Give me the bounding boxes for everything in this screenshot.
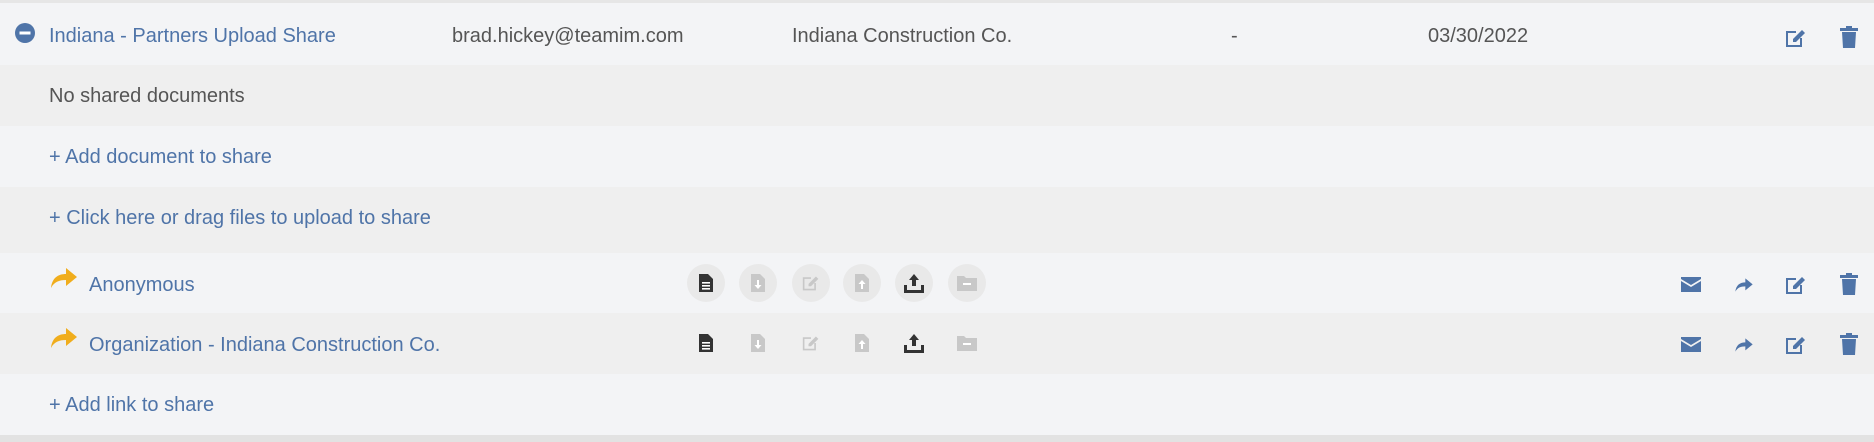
edit-link-icon[interactable] xyxy=(1784,274,1808,296)
add-document-row: + Add document to share xyxy=(0,126,1874,187)
delete-share-icon[interactable] xyxy=(1840,26,1858,48)
email-link-icon[interactable] xyxy=(1681,337,1701,352)
delete-link-icon[interactable] xyxy=(1840,333,1858,355)
empty-documents-row: No shared documents xyxy=(0,65,1874,126)
upload-dropzone[interactable]: + Click here or drag files to upload to … xyxy=(0,187,1874,253)
download-permission-icon[interactable] xyxy=(739,264,777,302)
add-link-row: + Add link to share xyxy=(0,374,1874,435)
share-link-icon[interactable] xyxy=(1734,336,1754,354)
email-link-icon[interactable] xyxy=(1681,277,1701,292)
edit-permission-icon[interactable] xyxy=(792,264,830,302)
upload-permission-icon[interactable] xyxy=(895,324,933,362)
edit-permission-icon[interactable] xyxy=(792,324,830,362)
share-link-name[interactable]: Anonymous xyxy=(89,274,195,297)
upload-permission-icon[interactable] xyxy=(895,264,933,302)
edit-link-icon[interactable] xyxy=(1784,334,1808,356)
upload-version-permission-icon[interactable] xyxy=(843,264,881,302)
share-name-link[interactable]: Indiana - Partners Upload Share xyxy=(49,25,336,48)
organization-name: Indiana Construction Co. xyxy=(792,25,1013,47)
view-permission-icon[interactable] xyxy=(687,264,725,302)
upload-link[interactable]: + Click here or drag files to upload to … xyxy=(49,207,431,230)
upload-version-permission-icon[interactable] xyxy=(843,324,881,362)
owner-email: brad.hickey@teamim.com xyxy=(452,25,684,47)
delete-link-icon[interactable] xyxy=(1840,273,1858,295)
add-link-link[interactable]: + Add link to share xyxy=(49,394,214,417)
folder-permission-icon[interactable] xyxy=(948,324,986,362)
share-link-row: Anonymous xyxy=(0,253,1874,313)
add-document-link[interactable]: + Add document to share xyxy=(49,146,272,169)
empty-documents-text: No shared documents xyxy=(49,85,245,107)
share-date: 03/30/2022 xyxy=(1428,25,1529,47)
view-permission-icon[interactable] xyxy=(687,324,725,362)
expires-value: - xyxy=(1231,25,1238,47)
edit-share-icon[interactable] xyxy=(1784,27,1808,49)
share-link-name[interactable]: Organization - Indiana Construction Co. xyxy=(89,334,440,357)
folder-permission-icon[interactable] xyxy=(948,264,986,302)
bottom-border xyxy=(0,435,1874,442)
share-arrow-icon xyxy=(49,326,79,350)
share-link-icon[interactable] xyxy=(1734,276,1754,294)
share-arrow-icon xyxy=(49,266,79,290)
share-row: Indiana - Partners Upload Share brad.hic… xyxy=(0,3,1874,65)
collapse-icon[interactable] xyxy=(15,23,35,43)
download-permission-icon[interactable] xyxy=(739,324,777,362)
share-link-row: Organization - Indiana Construction Co. xyxy=(0,313,1874,374)
